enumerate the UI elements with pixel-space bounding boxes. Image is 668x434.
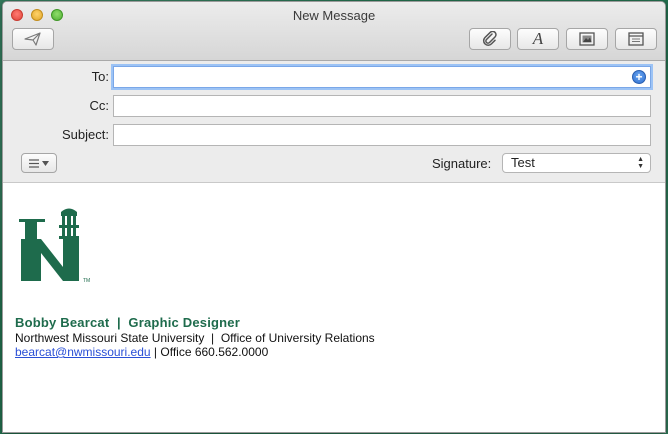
send-button[interactable] xyxy=(12,28,54,50)
list-icon xyxy=(29,158,39,168)
message-body[interactable]: TM Bobby Bearcat | Graphic Designer Nort… xyxy=(3,183,665,432)
to-field[interactable] xyxy=(113,66,651,88)
to-label: To: xyxy=(91,69,109,84)
header-fields-menu-button[interactable] xyxy=(21,153,57,173)
format-font-button[interactable]: A xyxy=(517,28,559,50)
select-arrows-icon: ▲ ▼ xyxy=(637,156,644,170)
signature-email-link[interactable]: bearcat@nwmissouri.edu xyxy=(15,345,151,359)
signature-name-title: Bobby Bearcat | Graphic Designer xyxy=(15,315,241,330)
stationery-icon xyxy=(628,32,644,46)
add-contact-icon[interactable]: + xyxy=(632,70,646,84)
attach-button[interactable] xyxy=(469,28,511,50)
to-row: To: + xyxy=(3,66,665,88)
subject-label: Subject: xyxy=(62,127,109,142)
window-title: New Message xyxy=(292,8,376,23)
signature-select[interactable]: Test ▲ ▼ xyxy=(502,153,651,173)
signature-organization: Northwest Missouri State University | Of… xyxy=(15,331,375,345)
signature-contact-line: bearcat@nwmissouri.edu | Office 660.562.… xyxy=(15,345,268,359)
northwest-n-logo: TM xyxy=(19,208,90,284)
message-headers: To: + Cc: Subject: Signature: Test ▲ ▼ xyxy=(3,61,665,183)
chevron-down-icon xyxy=(42,160,49,166)
paper-plane-icon xyxy=(24,32,41,46)
cc-row: Cc: xyxy=(3,95,665,117)
stationery-button[interactable] xyxy=(615,28,657,50)
cc-field[interactable] xyxy=(113,95,651,117)
photo-browser-button[interactable] xyxy=(566,28,608,50)
signature-selected-value: Test xyxy=(511,155,535,170)
font-A-icon: A xyxy=(532,29,544,48)
subject-field[interactable] xyxy=(113,124,651,146)
paperclip-icon xyxy=(482,31,497,46)
photo-browser-icon xyxy=(579,32,595,46)
cc-label: Cc: xyxy=(89,98,110,113)
signature-label: Signature: xyxy=(432,156,492,171)
svg-text:TM: TM xyxy=(83,278,90,284)
new-message-window: New Message A To: + Cc: Subject: Signatu… xyxy=(2,1,666,433)
signature-phone: Office 660.562.0000 xyxy=(160,345,269,359)
signature-separator: | xyxy=(150,345,161,359)
titlebar: New Message A xyxy=(3,2,665,61)
subject-row: Subject: xyxy=(3,124,665,146)
